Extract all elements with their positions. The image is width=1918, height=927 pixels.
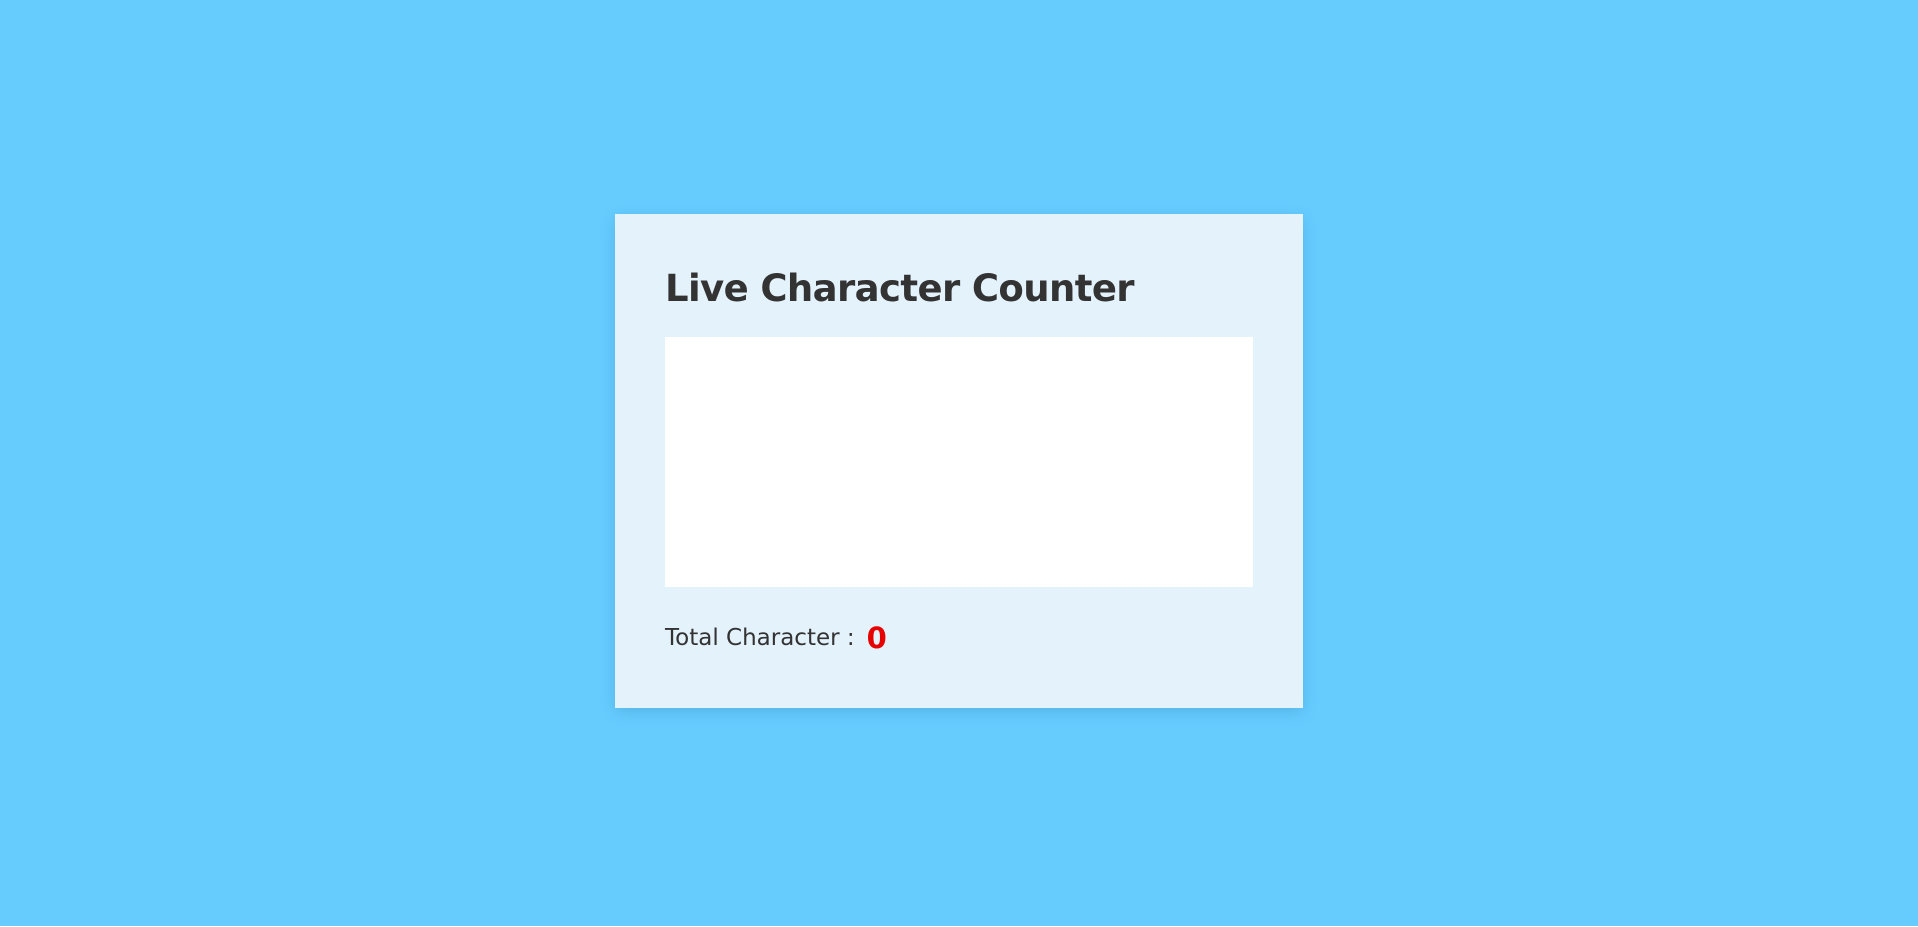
page-title: Live Character Counter	[665, 267, 1135, 310]
character-count-row: Total Character : 0	[665, 618, 887, 658]
character-count-value: 0	[866, 621, 887, 655]
page-background: Live Character Counter Total Character :…	[0, 0, 1918, 926]
character-counter-card: Live Character Counter Total Character :…	[615, 214, 1303, 708]
text-input-area[interactable]	[665, 337, 1253, 587]
character-count-label: Total Character :	[665, 625, 855, 651]
